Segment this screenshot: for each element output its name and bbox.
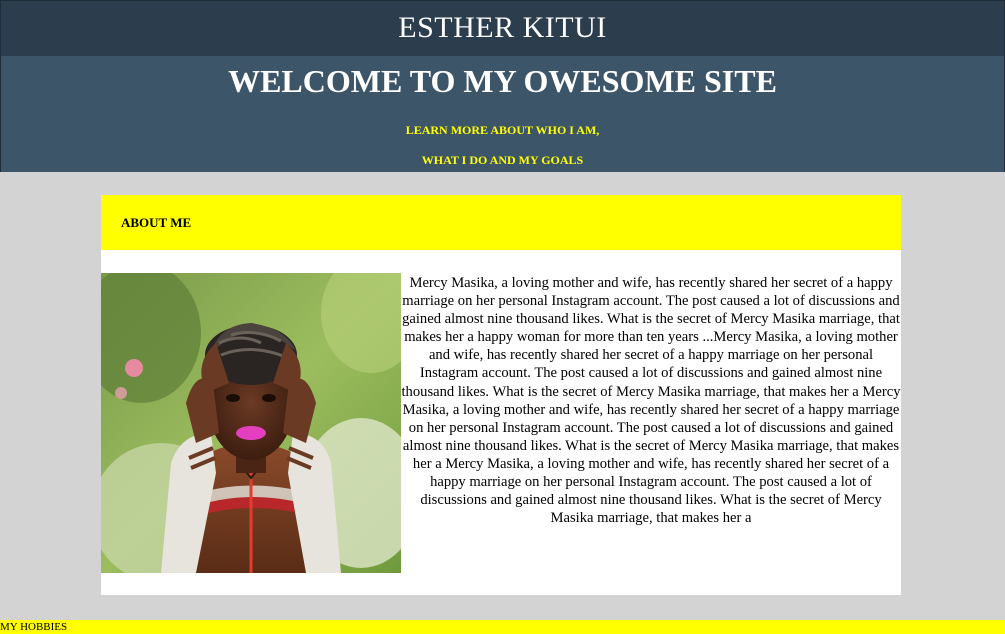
about-heading: ABOUT ME [121,215,192,230]
hero-subtitle-line1: LEARN MORE ABOUT WHO I AM, [405,123,600,137]
hero-title: WELCOME TO MY OWESOME SITE [228,63,777,99]
hobbies-heading: MY HOBBIES [0,621,68,633]
site-name: ESTHER KITUI [398,11,607,44]
hero-banner: WELCOME TO MY OWESOME SITE LEARN MORE AB… [0,56,1005,172]
hobbies-section: MY HOBBIES [0,620,1005,634]
hero-subtitle-line2: WHAT I DO AND MY GOALS [421,153,584,167]
about-section: ABOUT ME Mercy Masika, a loving mother a… [101,195,901,595]
about-body-text: Mercy Masika, a loving mother and wife, … [401,275,901,527]
about-header: ABOUT ME [101,195,901,250]
site-header: ESTHER KITUI [0,0,1005,56]
profile-photo [101,273,401,573]
